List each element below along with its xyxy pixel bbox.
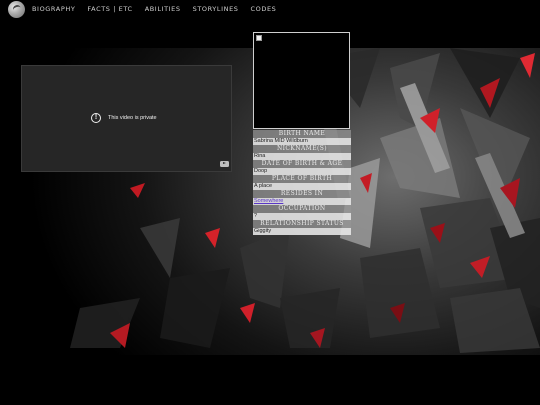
info-icon: ! <box>91 113 101 123</box>
nav-codes[interactable]: CODES <box>251 5 277 13</box>
logo-mark <box>11 3 23 15</box>
field-label-date-of-birth-age: DATE OF BIRTH & AGE <box>253 160 351 168</box>
nav-abilities[interactable]: ABILITIES <box>145 5 181 13</box>
field-value-birth-name: Sabrina MID Wildburn <box>253 138 351 145</box>
field-value-occupation: ? <box>253 213 351 220</box>
nav-storylines[interactable]: STORYLINES <box>193 5 239 13</box>
field-label-birth-name: BIRTH NAME <box>253 130 351 138</box>
video-private-message: This video is private <box>108 115 157 121</box>
video-embed[interactable]: ! This video is private <box>21 65 232 172</box>
nav-facts-etc[interactable]: FACTS | ETC <box>87 5 132 13</box>
field-label-nicknames: NICKNAME(S) <box>253 145 351 153</box>
field-value-date-of-birth-age: Doop <box>253 168 351 175</box>
resides-in-link[interactable]: Somewhere <box>254 198 283 204</box>
field-value-relationship-status: Giggity <box>253 228 351 235</box>
broken-image-icon <box>256 35 262 41</box>
field-label-occupation: OCCUPATION <box>253 205 351 213</box>
nav-biography[interactable]: BIOGRAPHY <box>32 5 75 13</box>
field-value-place-of-birth: A place <box>253 183 351 190</box>
top-navigation: BIOGRAPHY FACTS | ETC ABILITIES STORYLIN… <box>0 0 540 22</box>
site-logo-icon[interactable] <box>8 1 25 18</box>
field-label-relationship-status: RELATIONSHIP STATUS <box>253 220 351 228</box>
field-label-place-of-birth: PLACE OF BIRTH <box>253 175 351 183</box>
profile-portrait <box>253 32 350 129</box>
nav-links: BIOGRAPHY FACTS | ETC ABILITIES STORYLIN… <box>32 5 276 13</box>
field-value-nicknames: Rina <box>253 153 351 160</box>
profile-info-panel: BIRTH NAME Sabrina MID Wildburn NICKNAME… <box>253 130 351 235</box>
video-private-notice: ! This video is private <box>91 113 157 123</box>
youtube-icon[interactable] <box>220 161 229 167</box>
field-value-resides-in: Somewhere <box>253 198 351 205</box>
field-label-resides-in: RESIDES IN <box>253 190 351 198</box>
